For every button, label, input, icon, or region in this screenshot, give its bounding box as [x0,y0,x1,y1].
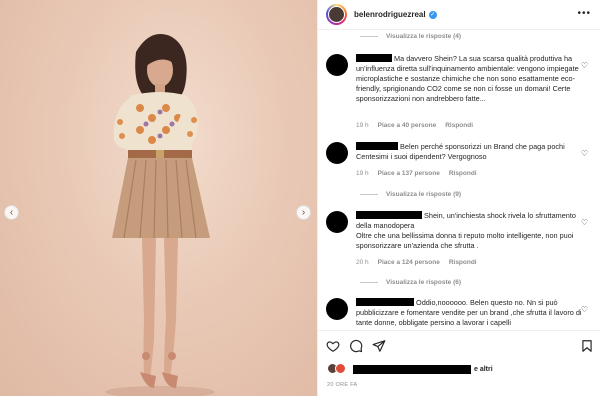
reply-button[interactable]: Rispondi [449,170,477,177]
commenter-avatar[interactable] [326,298,348,320]
post-timestamp: 20 ORE FA [327,382,358,388]
comment-text: Ma davvero Shein? La sua scarsa qualità … [356,54,579,103]
post-header: belenrodriguezreal ✓ ••• [318,0,600,30]
heart-icon[interactable]: ♡ [581,305,588,314]
likes-summary[interactable]: e altri [327,363,493,375]
comment-time: 19 h [356,170,369,177]
post-photo[interactable]: ‹ › [0,0,317,396]
author-username[interactable]: belenrodriguezreal [354,10,426,19]
next-image-button[interactable]: › [296,205,311,220]
chevron-right-icon: › [301,206,306,218]
reply-button[interactable]: Rispondi [449,259,477,266]
more-options-icon[interactable]: ••• [577,9,591,19]
comment-meta: 19 h Piace a 137 persone Rispondi [356,170,477,177]
redacted-username [356,54,392,62]
heart-icon[interactable] [326,339,340,353]
commenter-avatar[interactable] [326,211,348,233]
redacted-username [356,142,398,150]
comment-text: Shein, un'inchiesta shock rivela lo sfru… [356,211,576,250]
author-avatar[interactable] [326,4,347,25]
view-replies-button[interactable]: Visualizza le risposte (9) [360,191,461,198]
verified-badge-icon: ✓ [428,10,437,19]
photo-illustration [105,34,215,396]
comment-time: 20 h [356,259,369,266]
previous-image-button[interactable]: ‹ [4,205,19,220]
bookmark-icon[interactable] [580,339,594,353]
comment-icon[interactable] [349,339,363,353]
chevron-left-icon: ‹ [9,206,14,218]
comments-list[interactable]: Visualizza le risposte (4) Ma davvero Sh… [318,30,600,330]
commenter-avatar[interactable] [326,142,348,164]
comment-likes-link[interactable]: Piace a 137 persone [378,170,440,177]
redacted-username [356,211,422,219]
comment-time: 19 h [356,122,369,129]
heart-icon[interactable]: ♡ [581,149,588,158]
heart-icon[interactable]: ♡ [581,61,588,70]
liker-avatars [327,363,351,375]
avatar [335,363,346,374]
redacted-liker [353,364,471,374]
comment-text: Oddio,noooooo. Belen questo no. Nn si pu… [356,298,582,327]
redacted-username [356,298,414,306]
reply-button[interactable]: Rispondi [445,122,473,129]
comment-likes-link[interactable]: Piace a 124 persone [378,259,440,266]
share-icon[interactable] [372,339,386,353]
view-replies-button[interactable]: Visualizza le risposte (4) [360,33,461,40]
view-replies-button[interactable]: Visualizza le risposte (6) [360,279,461,286]
comment-text: Belen perché sponsorizzi un Brand che pa… [356,142,565,161]
post-actions: e altri 20 ORE FA [318,330,600,396]
post-side-panel: belenrodriguezreal ✓ ••• Visualizza le r… [317,0,600,396]
comment-meta: 19 h Piace a 40 persone Rispondi [356,122,473,129]
likes-others-link[interactable]: e altri [474,366,493,373]
comment-meta: 20 h Piace a 124 persone Rispondi [356,259,477,266]
comment-likes-link[interactable]: Piace a 40 persone [378,122,437,129]
commenter-avatar[interactable] [326,54,348,76]
heart-icon[interactable]: ♡ [581,218,588,227]
